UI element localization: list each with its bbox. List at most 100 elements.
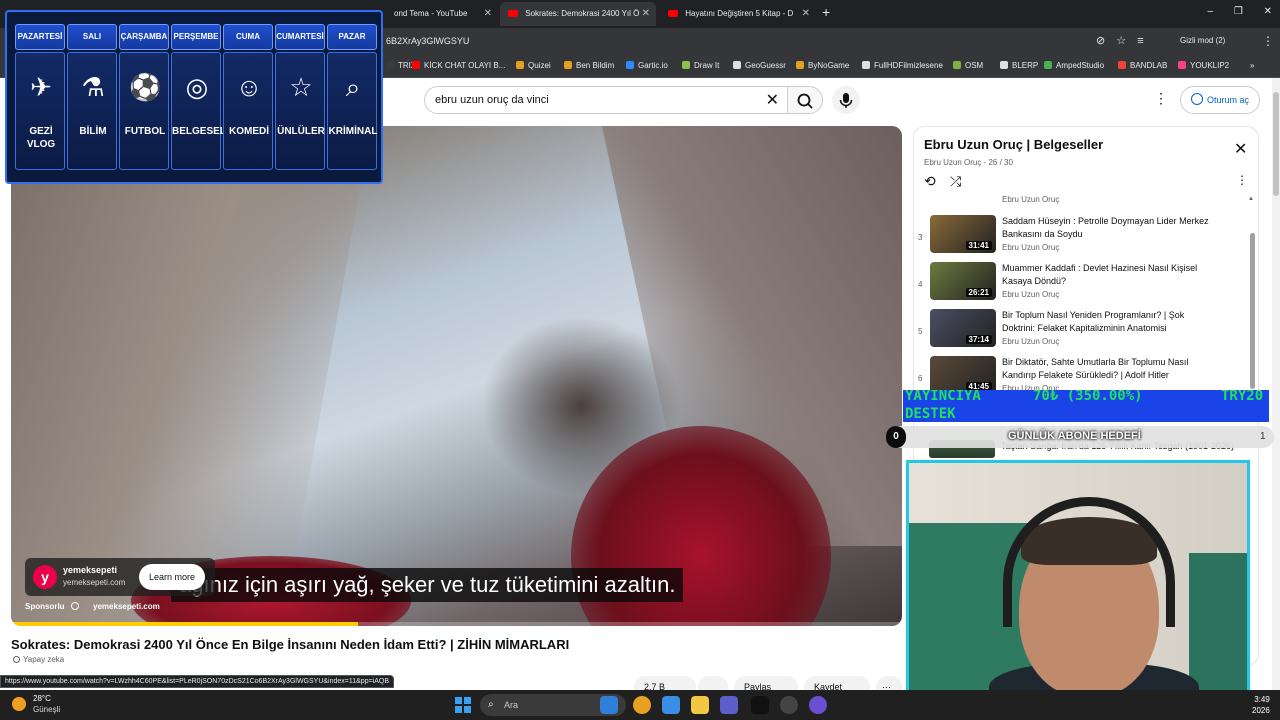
star-icon: ☆ xyxy=(289,72,313,102)
search-box[interactable]: ebru uzun oruç da vinci ✕ xyxy=(424,86,788,114)
bookmark-item[interactable]: GeoGuessr xyxy=(733,61,786,70)
bookmark-item[interactable]: KİCK CHAT OLAYI B... xyxy=(412,61,505,70)
schedule-day: PERŞEMBE ◎ BELGESEL xyxy=(171,24,226,170)
video-player[interactable]: ağınız için aşırı yağ, şeker ve tuz tüke… xyxy=(11,126,902,626)
schedule-day-card: ◎ BELGESEL xyxy=(171,52,226,170)
search-input[interactable]: ebru uzun oruç da vinci xyxy=(435,94,549,106)
taskbar-app-boat-icon[interactable] xyxy=(600,696,618,714)
bookmark-favicon-icon xyxy=(1044,61,1052,69)
bookmark-item[interactable]: FullHDFilmizlesene xyxy=(862,61,943,70)
playlist-title[interactable]: Ebru Uzun Oruç | Belgeseller xyxy=(924,137,1103,152)
ai-generated-tag: Yapay zeka xyxy=(13,655,64,664)
playlist-item-thumbnail[interactable]: 31:41 xyxy=(930,215,996,253)
close-tab-icon[interactable]: ✕ xyxy=(484,2,492,26)
bookmark-label: Draw It xyxy=(694,61,720,70)
new-tab-button[interactable]: + xyxy=(822,4,830,20)
ad-progress-bar[interactable] xyxy=(11,622,902,626)
close-tab-icon[interactable]: ✕ xyxy=(802,2,810,26)
bookmark-label: YOUKLIP2 xyxy=(1190,61,1230,70)
close-tab-icon[interactable]: ✕ xyxy=(642,2,650,26)
playlist-item-thumbnail[interactable]: 26:21 xyxy=(930,262,996,300)
tab-title: ond Tema - YouTube xyxy=(394,9,468,18)
ad-progress-fill xyxy=(11,622,359,626)
subscriber-goal-bar: 0 GÜNLÜK ABONE HEDEFİ 1 xyxy=(886,426,1274,448)
webcam-overlay xyxy=(906,460,1250,714)
info-icon[interactable] xyxy=(70,602,79,610)
sun-icon[interactable] xyxy=(12,697,26,711)
incognito-indicator[interactable]: Gizli mod (2) xyxy=(1180,36,1225,45)
playlist-item-thumbnail[interactable]: 41:45 xyxy=(930,356,996,394)
bookmark-label: BLERP xyxy=(1012,61,1039,70)
schedule-day-category: KRİMİNAL xyxy=(328,126,378,137)
shuffle-playlist-icon[interactable]: ⤮ xyxy=(950,173,961,190)
sponsor-domain: yemeksepeti.com xyxy=(93,602,160,611)
bookmark-item[interactable]: BLERP xyxy=(1000,61,1038,70)
bookmark-item[interactable]: Gartic.io xyxy=(626,61,668,70)
teams-icon[interactable] xyxy=(720,696,738,714)
taskbar-clock[interactable]: 3:49 2026 xyxy=(1252,694,1270,716)
close-playlist-icon[interactable]: ✕ xyxy=(1234,139,1247,159)
loop-playlist-icon[interactable]: ⟲ xyxy=(924,173,936,190)
playlist-item-title[interactable]: Saddam Hüseyin : Petrolle Doymayan Lider… xyxy=(1002,215,1216,241)
playlist-scrollbar-thumb[interactable] xyxy=(1250,233,1255,389)
chrome-icon[interactable] xyxy=(633,696,651,714)
stream-schedule-overlay: PAZARTESİ ✈ GEZİ VLOG SALI ⚗ BİLİM ÇARŞAMBA ⚽ FU… xyxy=(5,10,383,184)
playlist-item-title[interactable]: Muammer Kaddafi : Devlet Hazinesi Nasıl … xyxy=(1002,262,1216,288)
weather-temperature[interactable]: 28°C xyxy=(33,694,51,703)
youtube-settings-icon[interactable]: ⋮ xyxy=(1154,90,1168,107)
bookmark-item[interactable]: ByNoGame xyxy=(796,61,849,70)
bookmark-item[interactable]: Draw It xyxy=(682,61,719,70)
window-controls[interactable]: – ❐ ✕ xyxy=(1208,6,1272,17)
schedule-day: PAZARTESİ ✈ GEZİ VLOG xyxy=(15,24,65,170)
playlist-item-number: 6 xyxy=(918,374,923,383)
tab-background-1[interactable]: ond Tema - YouTube ✕ xyxy=(386,2,498,26)
playlist-menu-icon[interactable]: ⋮ xyxy=(1236,173,1248,187)
playlist-item[interactable]: 3 31:41 Saddam Hüseyin : Petrolle Doymayan… xyxy=(914,209,1244,255)
bookmark-favicon-icon xyxy=(1178,61,1186,69)
schedule-day-name: PAZAR xyxy=(327,24,377,50)
voice-search-button[interactable] xyxy=(832,86,860,114)
taskbar-app-icon[interactable] xyxy=(662,696,680,714)
bookmark-favicon-icon xyxy=(796,61,804,69)
donation-currency: TRY20 xyxy=(1221,390,1264,404)
learn-more-button[interactable]: Learn more xyxy=(139,564,206,590)
playlist-item-title[interactable]: Bir Toplum Nasıl Yeniden Programlanır? |… xyxy=(1002,309,1216,335)
playlist-item-title[interactable]: Bir Diktatör, Sahte Umutlarla Bir Toplum… xyxy=(1002,356,1216,382)
bookmark-item[interactable]: Ben Bildim xyxy=(564,61,614,70)
schedule-day: SALI ⚗ BİLİM xyxy=(67,24,117,170)
browser-menu-icon[interactable]: ⋮ xyxy=(1262,34,1274,48)
clear-search-icon[interactable]: ✕ xyxy=(766,90,779,110)
page-scrollbar-thumb[interactable] xyxy=(1273,92,1279,196)
schedule-day-name: CUMARTESİ xyxy=(275,24,325,50)
taskbar-app-icon[interactable] xyxy=(809,696,827,714)
sign-in-button[interactable]: Oturum aç xyxy=(1180,86,1261,114)
bookmark-item[interactable]: YOUKLIP2 xyxy=(1178,61,1229,70)
taskbar-app-icon[interactable] xyxy=(780,696,798,714)
playlist-item[interactable]: 5 37:14 Bir Toplum Nasıl Yeniden Programla… xyxy=(914,303,1244,349)
search-button[interactable] xyxy=(787,86,823,114)
address-bar-icons[interactable]: ⊘ ☆ ≡ xyxy=(1096,34,1144,47)
file-explorer-icon[interactable] xyxy=(691,696,709,714)
tab-active-video[interactable]: Sokrates: Demokrasi 2400 Yıl Ö ✕ xyxy=(500,2,656,26)
bookmarks-overflow-icon[interactable]: » xyxy=(1250,61,1254,70)
windows-taskbar: 28°C Güneşli ⌕ Ara 3:49 2026 xyxy=(0,690,1280,720)
sign-in-label: Oturum aç xyxy=(1207,95,1250,105)
bookmark-item[interactable]: Quizei xyxy=(516,61,551,70)
ad-card[interactable]: y yemeksepeti yemeksepeti.com Learn more xyxy=(25,558,215,596)
playlist-item-thumbnail[interactable]: 37:14 xyxy=(930,309,996,347)
bookmark-item[interactable]: AmpedStudio xyxy=(1044,61,1104,70)
windows-start-icon[interactable] xyxy=(455,697,471,713)
microscope-icon: ⚗ xyxy=(81,72,105,102)
url-field[interactable]: 6B2XrAy3GlWGSYU xyxy=(386,36,469,46)
bookmark-item[interactable]: BANDLAB xyxy=(1118,61,1167,70)
donation-overlay: YAYINCIYA 70₺ (350.00%) TRY20 DESTEK xyxy=(903,390,1269,422)
epic-games-icon[interactable] xyxy=(751,696,769,714)
tab-background-2[interactable]: Hayatını Değiştiren 5 Kitap - D ✕ xyxy=(660,2,816,26)
schedule-day-card: ✈ GEZİ VLOG xyxy=(15,52,65,170)
playlist-item[interactable]: 4 26:21 Muammer Kaddafi : Devlet Hazinesi … xyxy=(914,256,1244,302)
bookmark-item[interactable]: OSM xyxy=(953,61,983,70)
fingerprint-magnifier-icon: ⌕ xyxy=(345,72,361,102)
bookmark-label: BANDLAB xyxy=(1130,61,1168,70)
weather-condition[interactable]: Güneşli xyxy=(33,705,60,714)
playlist-scroll-up-icon[interactable]: ▲ xyxy=(1248,196,1254,202)
